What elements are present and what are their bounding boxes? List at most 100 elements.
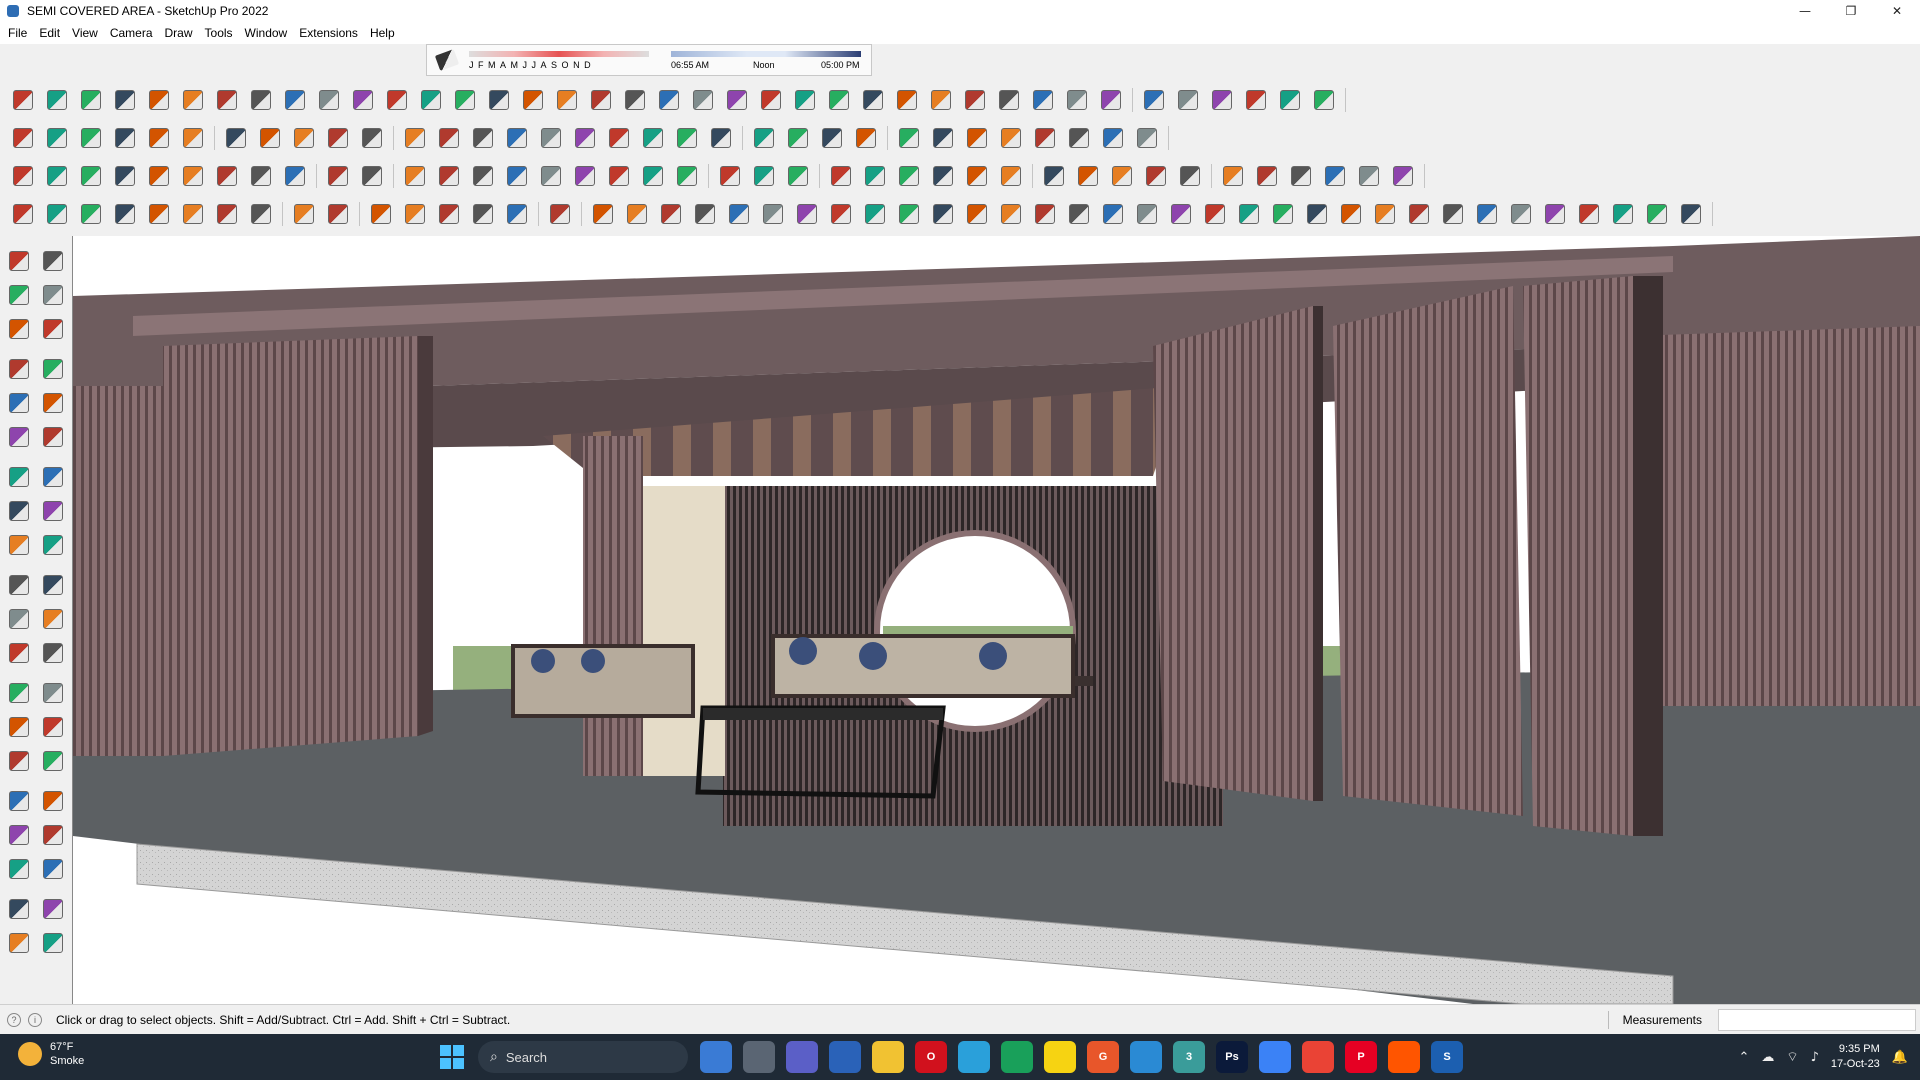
fog-tool-icon[interactable] — [962, 162, 992, 190]
layer-tool-icon[interactable] — [715, 162, 745, 190]
paint-tool-icon[interactable] — [586, 86, 616, 114]
tape-tool-icon[interactable] — [4, 638, 34, 668]
protractor-tool-icon[interactable] — [4, 678, 34, 708]
split-tool-icon[interactable] — [860, 200, 890, 228]
polygon-tool-icon[interactable] — [38, 422, 68, 452]
text-tool-icon[interactable] — [357, 124, 387, 152]
line-tool-icon[interactable] — [8, 86, 38, 114]
arc-tool-icon[interactable] — [4, 462, 34, 492]
split-tool-icon[interactable] — [1139, 86, 1169, 114]
sticky-notes-taskbar-icon[interactable] — [1044, 1041, 1076, 1073]
previous-view-tool-icon[interactable] — [38, 820, 68, 850]
follow-me-tool-icon[interactable] — [38, 570, 68, 600]
protractor-tool-icon[interactable] — [1540, 200, 1570, 228]
protractor-tool-icon[interactable] — [323, 124, 353, 152]
move-tool-icon[interactable] — [1370, 200, 1400, 228]
rotate-tool-icon[interactable] — [1404, 200, 1434, 228]
intersect-tool-icon[interactable] — [1096, 86, 1126, 114]
tape-measure-tool-icon[interactable] — [38, 314, 68, 344]
orbit-tool-icon[interactable] — [468, 124, 498, 152]
rectangle-tool-icon[interactable] — [1200, 200, 1230, 228]
position-camera-tool-icon[interactable] — [672, 162, 702, 190]
offset-tool-icon[interactable] — [178, 86, 208, 114]
circle-tool-icon[interactable] — [4, 422, 34, 452]
tape-tool-icon[interactable] — [1320, 162, 1350, 190]
section-plane-tool-icon[interactable] — [38, 894, 68, 924]
shadow-tool-icon[interactable] — [1207, 86, 1237, 114]
rotated-rectangle-tool-icon[interactable] — [38, 388, 68, 418]
onedrive-icon[interactable]: ☁ — [1761, 1050, 1774, 1065]
style-tool-icon[interactable] — [749, 124, 779, 152]
pan-tool-icon[interactable] — [38, 746, 68, 776]
time-slider[interactable]: 06:55 AM Noon 05:00 PM — [671, 47, 871, 73]
move-tool-icon[interactable] — [246, 200, 276, 228]
calculator-taskbar-icon[interactable] — [829, 1041, 861, 1073]
orbit-tool-icon[interactable] — [468, 200, 498, 228]
intersect-tool-icon[interactable] — [817, 124, 847, 152]
volume-icon[interactable]: ♪ — [1811, 1050, 1819, 1065]
pinterest-taskbar-icon[interactable]: P — [1345, 1041, 1377, 1073]
house-tool-icon[interactable] — [1030, 124, 1060, 152]
menu-view[interactable]: View — [66, 26, 104, 40]
house-tool-icon[interactable] — [1030, 200, 1060, 228]
style-tool-icon[interactable] — [656, 200, 686, 228]
restore-button[interactable]: ❐ — [1828, 0, 1874, 22]
paint-tool-icon[interactable] — [400, 200, 430, 228]
trim-tool-icon[interactable] — [826, 162, 856, 190]
extension-tool-icon[interactable] — [1098, 124, 1128, 152]
rectangle-tool-icon[interactable] — [1107, 162, 1137, 190]
orbit-tool-icon[interactable] — [38, 246, 68, 276]
menu-extensions[interactable]: Extensions — [293, 26, 364, 40]
zoom-tool-icon[interactable] — [536, 124, 566, 152]
fog-tool-icon[interactable] — [1241, 86, 1271, 114]
photos-taskbar-icon[interactable] — [700, 1041, 732, 1073]
walk-tool-icon[interactable] — [790, 86, 820, 114]
paint-tool-icon[interactable] — [400, 162, 430, 190]
menu-file[interactable]: File — [2, 26, 33, 40]
rectangle-tool-icon[interactable] — [76, 200, 106, 228]
group-tool-icon[interactable] — [960, 86, 990, 114]
line-tool-icon[interactable] — [1132, 200, 1162, 228]
style-tool-icon[interactable] — [749, 162, 779, 190]
polygon-tool-icon[interactable] — [1268, 200, 1298, 228]
tape-tool-icon[interactable] — [289, 124, 319, 152]
rectangle-tool-icon[interactable] — [76, 162, 106, 190]
pie-tool-icon[interactable] — [38, 462, 68, 492]
solid-tool-icon[interactable] — [783, 124, 813, 152]
section-tool-icon[interactable] — [1676, 200, 1706, 228]
zoom-tool-icon[interactable] — [536, 162, 566, 190]
vscode-taskbar-icon[interactable] — [1130, 1041, 1162, 1073]
text-tool-icon[interactable] — [1388, 162, 1418, 190]
arc-tool-icon[interactable] — [1166, 200, 1196, 228]
move-tool-icon[interactable] — [246, 86, 276, 114]
push-pull-tool-icon[interactable] — [212, 86, 242, 114]
offset-tool-icon[interactable] — [178, 124, 208, 152]
extension-tool-icon[interactable] — [1098, 200, 1128, 228]
offset-tool-icon[interactable] — [178, 200, 208, 228]
push-pull-tool-icon[interactable] — [212, 200, 242, 228]
scale-tool-icon[interactable] — [314, 86, 344, 114]
component-tool-icon[interactable] — [926, 86, 956, 114]
solid-tool-icon[interactable] — [690, 200, 720, 228]
outer-shell-tool-icon[interactable] — [894, 200, 924, 228]
menu-tools[interactable]: Tools — [199, 26, 239, 40]
text-tool-icon[interactable] — [1574, 200, 1604, 228]
walk-tool-icon[interactable] — [604, 124, 634, 152]
shadow-tool-icon[interactable] — [928, 200, 958, 228]
show-hidden-icons-icon[interactable]: ⌃ — [1738, 1050, 1749, 1065]
dimension-tool-icon[interactable] — [1608, 200, 1638, 228]
arc-tool-icon[interactable] — [42, 86, 72, 114]
follow-me-tool-icon[interactable] — [255, 124, 285, 152]
circle-tool-icon[interactable] — [110, 86, 140, 114]
polygon-tool-icon[interactable] — [144, 200, 174, 228]
zoom-extents-tool-icon[interactable] — [570, 162, 600, 190]
clock[interactable]: 9:35 PM 17-Oct-23 — [1831, 1042, 1880, 1072]
rotate-tool-icon[interactable] — [4, 570, 34, 600]
polygon-tool-icon[interactable] — [144, 162, 174, 190]
shadow-toggle-icon[interactable] — [434, 49, 460, 71]
polygon-tool-icon[interactable] — [144, 86, 174, 114]
sandbox-tool-icon[interactable] — [892, 86, 922, 114]
orbit-tool-tool-icon[interactable] — [4, 746, 34, 776]
fog-tool-icon[interactable] — [962, 200, 992, 228]
rectangle-tool-icon[interactable] — [76, 86, 106, 114]
